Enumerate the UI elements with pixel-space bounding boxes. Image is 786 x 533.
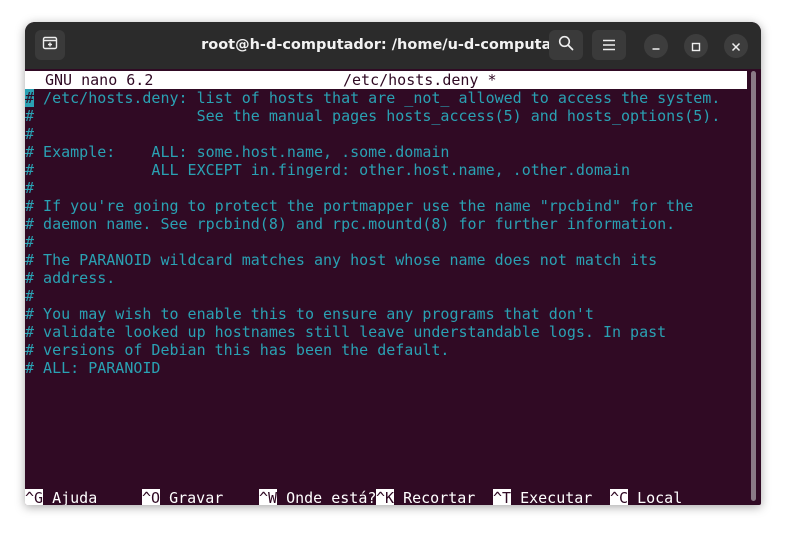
shortcut-key: ^O <box>142 489 161 505</box>
window-title: root@h-d-computador: /home/u-d-computado… <box>201 37 579 53</box>
nano-filename: /etc/hosts.deny * <box>343 71 497 89</box>
file-line-text: /etc/hosts.deny: list of hosts that are … <box>34 89 721 107</box>
file-line: # daemon name. See rpcbind(8) and rpc.mo… <box>25 215 676 233</box>
shortcut-key: ^C <box>610 489 629 505</box>
shortcut-label: Local <box>628 489 683 505</box>
file-line: # <box>25 233 35 251</box>
file-line: # The PARANOID wildcard matches any host… <box>25 251 658 269</box>
hamburger-menu-icon <box>602 36 616 55</box>
maximize-button[interactable] <box>684 34 708 58</box>
shortcut-item: ^T Executar <box>493 489 592 505</box>
maximize-icon <box>691 37 701 56</box>
file-line: # ALL EXCEPT in.fingerd: other.host.name… <box>25 161 631 179</box>
new-tab-button[interactable] <box>35 30 65 60</box>
menu-button[interactable] <box>592 30 626 60</box>
file-line: # /etc/hosts.deny: list of hosts that ar… <box>25 89 720 107</box>
shortcut-label: Onde está? <box>277 489 377 505</box>
minimize-button[interactable] <box>644 34 668 58</box>
search-button[interactable] <box>549 30 583 60</box>
shortcut-key: ^W <box>259 489 278 505</box>
nano-header-bar: GNU nano 6.2 /etc/hosts.deny * <box>25 71 747 89</box>
minimize-icon <box>651 37 661 56</box>
shortcut-key: ^T <box>493 489 512 505</box>
file-line: # See the manual pages hosts_access(5) a… <box>25 107 721 125</box>
file-line: # address. <box>25 269 116 287</box>
shortcut-label: Recortar <box>394 489 476 505</box>
shortcut-item: ^K Recortar <box>376 489 475 505</box>
shortcut-label: Ajuda <box>43 489 98 505</box>
shortcut-label: Gravar <box>160 489 224 505</box>
shortcut-label: Executar <box>511 489 593 505</box>
title-bar[interactable]: root@h-d-computador: /home/u-d-computado… <box>25 22 761 69</box>
file-line: # <box>25 125 35 143</box>
shortcut-item: ^G Ajuda <box>25 489 97 505</box>
file-line: # If you're going to protect the portmap… <box>25 197 694 215</box>
text-cursor: # <box>25 89 35 107</box>
close-icon <box>731 37 741 56</box>
file-line: # You may wish to enable this to ensure … <box>25 305 594 323</box>
file-line: # ALL: PARANOID <box>25 359 161 377</box>
close-button[interactable] <box>724 34 748 58</box>
file-line: # <box>25 287 35 305</box>
search-icon <box>558 35 574 55</box>
file-line: # Example: ALL: some.host.name, .some.do… <box>25 143 450 161</box>
terminal-window: root@h-d-computador: /home/u-d-computado… <box>25 22 761 505</box>
shortcut-item: ^C Local <box>610 489 682 505</box>
nano-version: GNU nano 6.2 <box>45 71 154 89</box>
file-line: # validate looked up hostnames still lea… <box>25 323 667 341</box>
scrollbar-thumb[interactable] <box>751 71 756 501</box>
file-line: # versions of Debian this has been the d… <box>25 341 450 359</box>
terminal-area[interactable]: GNU nano 6.2 /etc/hosts.deny * # /etc/ho… <box>25 69 761 505</box>
scrollbar[interactable] <box>747 71 761 505</box>
shortcut-key: ^G <box>25 489 44 505</box>
shortcut-item: ^O Gravar <box>142 489 223 505</box>
shortcut-key: ^K <box>376 489 395 505</box>
file-line: # <box>25 179 35 197</box>
shortcut-item: ^W Onde está? <box>259 489 376 505</box>
new-tab-icon <box>42 35 58 55</box>
